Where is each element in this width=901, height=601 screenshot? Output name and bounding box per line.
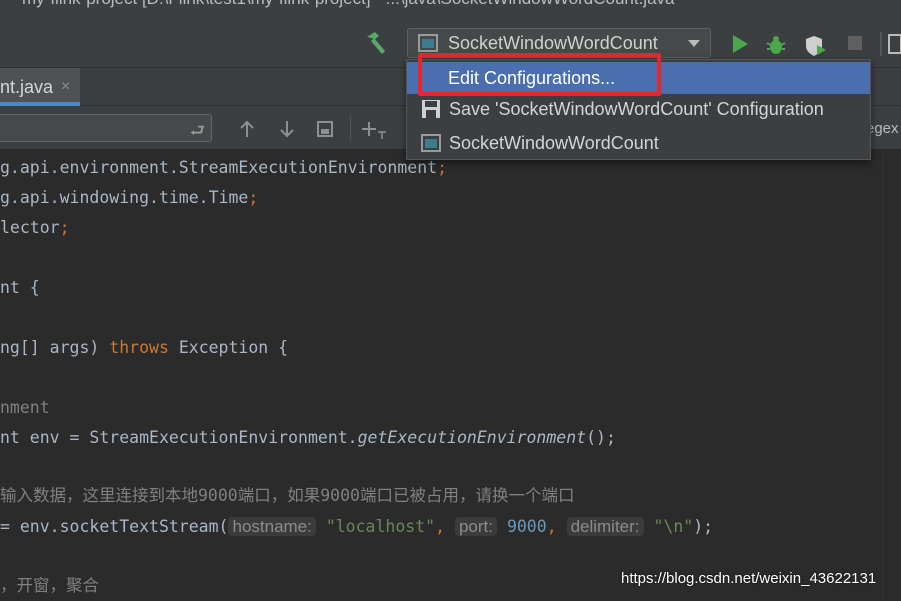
search-divider [350,116,351,140]
tab-label: nt.java [0,76,54,97]
parameter-hint: port: [454,517,497,536]
code-line: lector; [0,218,70,237]
code-comment: ，开窗，聚合 [0,576,99,595]
code-editor[interactable]: g.api.environment.StreamExecutionEnviron… [0,150,901,601]
tab-socket-window-word-count[interactable]: nt.java × [0,68,80,106]
debug-icon[interactable] [765,34,787,56]
previous-occurrence-icon[interactable] [238,120,256,138]
select-all-occurrences-icon[interactable] [316,120,334,138]
menu-item-label: SocketWindowWordCount [449,132,659,153]
project-structure-icon[interactable] [888,34,901,54]
window-title-bar: my-flink-project [D:\Flink\test1\my-flin… [0,0,901,10]
code-comment: nment [0,398,50,417]
hammer-icon[interactable] [363,30,389,56]
menu-item-socket-window-word-count[interactable]: SocketWindowWordCount [407,127,870,159]
toolbar-divider [880,32,882,56]
add-selection-icon[interactable] [362,120,388,140]
code-line: nt env = StreamExecutionEnvironment.getE… [0,428,616,447]
run-configuration-label: SocketWindowWordCount [448,32,658,53]
code-comment: 输入数据，这里连接到本地9000端口，如果9000端口已被占用，请换一个端口 [0,486,575,505]
menu-item-save-configuration[interactable]: Save 'SocketWindowWordCount' Configurati… [407,93,870,125]
next-occurrence-icon[interactable] [278,120,296,138]
highlight-annotation-box [418,53,661,96]
code-line: ng[] args) throws Exception { [0,338,289,357]
run-icon[interactable] [730,34,750,54]
code-line: g.api.windowing.time.Time; [0,188,259,207]
stop-icon[interactable] [846,34,864,52]
enter-history-icon[interactable]: ⮐ [190,118,205,147]
code-line: = env.socketTextStream(hostname: "localh… [0,517,714,536]
code-line: nt { [0,278,40,297]
close-icon[interactable]: × [61,78,70,96]
application-config-icon [421,134,441,152]
coverage-icon[interactable] [804,34,828,58]
save-icon [422,100,440,118]
editor-scrollbar[interactable] [882,150,901,601]
application-config-icon [418,34,438,52]
menu-item-label: Save 'SocketWindowWordCount' Configurati… [449,98,824,119]
parameter-hint: hostname: [228,517,316,536]
parameter-hint: delimiter: [566,517,644,536]
watermark: https://blog.csdn.net/weixin_43622131 [621,570,877,587]
chevron-down-icon [688,39,700,47]
code-line: g.api.environment.StreamExecutionEnviron… [0,158,448,177]
search-input[interactable]: ⮐ [0,114,212,142]
window-title: my-flink-project [D:\Flink\test1\my-flin… [22,0,675,9]
